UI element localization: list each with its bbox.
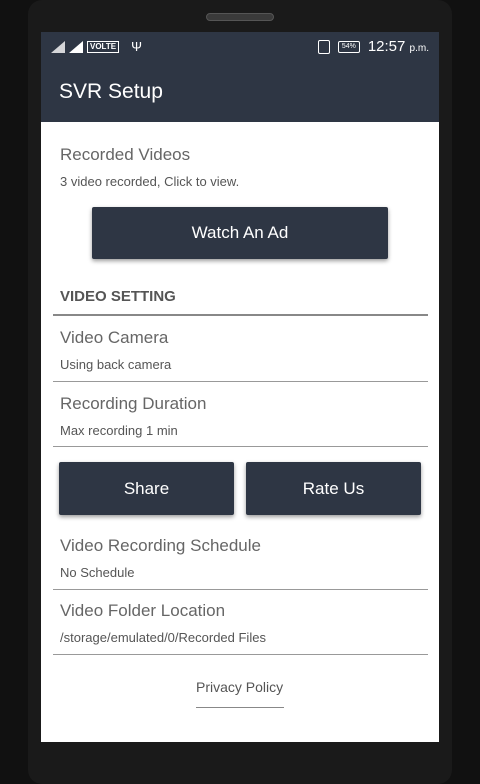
divider: [53, 589, 428, 590]
volte-badge: VOLTE: [87, 40, 120, 53]
device: VOLTE Ψ 54% 12:57 p.m. SVR Setup Recorde…: [0, 0, 480, 784]
signal-icon: [51, 40, 65, 53]
video-camera-subtitle: Using back camera: [60, 357, 172, 372]
recording-duration-title: Recording Duration: [60, 394, 207, 413]
clock: 12:57 p.m.: [367, 38, 429, 55]
watch-ad-button[interactable]: Watch An Ad: [92, 207, 388, 259]
app-bar: SVR Setup: [41, 61, 439, 122]
share-button[interactable]: Share: [59, 462, 234, 515]
recording-schedule-subtitle: No Schedule: [60, 565, 135, 580]
recording-duration-item[interactable]: Recording Duration Max recording 1 min: [60, 394, 206, 438]
status-bar: VOLTE Ψ 54% 12:57 p.m.: [41, 32, 439, 61]
divider: [53, 446, 428, 447]
battery-indicator: 54%: [337, 40, 360, 53]
divider: [53, 314, 428, 316]
folder-location-subtitle: /storage/emulated/0/Recorded Files: [60, 630, 266, 645]
recorded-videos-subtitle: 3 video recorded, Click to view.: [60, 174, 240, 189]
video-camera-title: Video Camera: [60, 328, 169, 347]
usb-icon: Ψ: [131, 39, 142, 54]
video-camera-item[interactable]: Video Camera Using back camera: [60, 328, 171, 372]
vibrate-icon: [317, 39, 330, 54]
app-title: SVR Setup: [59, 79, 163, 103]
section-header: VIDEO SETTING: [60, 288, 176, 305]
folder-location-item[interactable]: Video Folder Location /storage/emulated/…: [60, 601, 266, 645]
divider: [53, 654, 428, 655]
divider: [53, 381, 428, 382]
recording-schedule-item[interactable]: Video Recording Schedule No Schedule: [60, 536, 261, 580]
signal-icon: [69, 40, 83, 53]
recorded-videos-title: Recorded Videos: [60, 145, 191, 164]
recorded-videos-item[interactable]: Recorded Videos 3 video recorded, Click …: [41, 122, 439, 189]
privacy-underline: [196, 707, 284, 708]
speaker-grille: [206, 13, 274, 21]
recording-duration-subtitle: Max recording 1 min: [60, 423, 178, 438]
recording-schedule-title: Video Recording Schedule: [60, 536, 261, 555]
screen: VOLTE Ψ 54% 12:57 p.m. SVR Setup Recorde…: [41, 32, 439, 742]
folder-location-title: Video Folder Location: [60, 601, 226, 620]
privacy-policy-link[interactable]: Privacy Policy: [196, 679, 283, 695]
rate-us-button[interactable]: Rate Us: [246, 462, 421, 515]
